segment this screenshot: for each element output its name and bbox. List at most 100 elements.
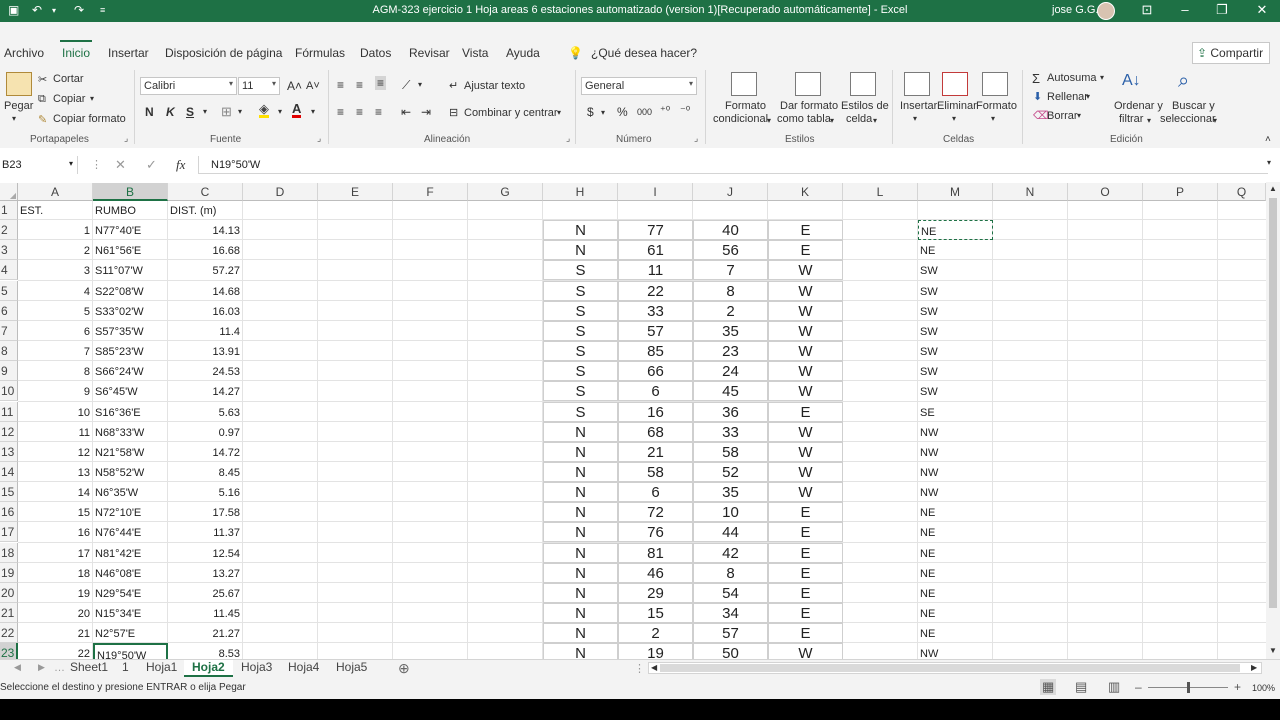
cell-i[interactable]: 21 xyxy=(618,441,693,462)
cell-k[interactable]: E xyxy=(768,220,843,241)
cell-dist[interactable]: 13.27 xyxy=(168,563,243,583)
conditional-dropdown-icon[interactable]: ▾ xyxy=(767,116,771,125)
align-bottom-icon[interactable]: ≡ xyxy=(375,76,387,90)
find-select-label-1[interactable]: Buscar y xyxy=(1172,100,1215,112)
align-right-icon[interactable]: ≡ xyxy=(375,105,382,119)
cell-j[interactable]: 24 xyxy=(693,361,768,382)
cell-h[interactable]: S xyxy=(543,401,618,422)
cell-dist[interactable]: 25.67 xyxy=(168,583,243,603)
cell-j[interactable]: 8 xyxy=(693,562,768,583)
column-header-a[interactable]: A xyxy=(18,183,93,201)
tab-disposicion[interactable]: Disposición de página xyxy=(165,46,282,60)
cell-quadrant[interactable]: NE xyxy=(918,543,993,563)
cell-est[interactable]: 1 xyxy=(18,220,93,240)
cell-rumbo[interactable]: N15°34'E xyxy=(93,603,168,623)
cell-est[interactable]: 16 xyxy=(18,522,93,542)
cell-i[interactable]: 2 xyxy=(618,623,693,644)
cell-dist[interactable]: 14.27 xyxy=(168,381,243,401)
copy-marquee-cell[interactable]: NE xyxy=(918,220,993,241)
find-dropdown-icon[interactable]: ▾ xyxy=(1213,116,1217,125)
cell-styles-label-2[interactable]: celda xyxy=(846,113,872,125)
cell-rumbo[interactable]: S66°24'W xyxy=(93,361,168,381)
cell-dist[interactable]: 11.37 xyxy=(168,522,243,542)
cell-quadrant[interactable]: NW xyxy=(918,442,993,462)
font-color-dropdown-icon[interactable]: ▾ xyxy=(311,107,315,116)
column-header-i[interactable]: I xyxy=(618,183,693,201)
cell-k[interactable]: E xyxy=(768,603,843,623)
column-header-h[interactable]: H xyxy=(543,183,618,201)
cell-j[interactable]: 58 xyxy=(693,441,768,462)
cell-i[interactable]: 61 xyxy=(618,240,693,261)
cell-k[interactable]: W xyxy=(768,320,843,341)
cell-h[interactable]: N xyxy=(543,441,618,462)
sheet-tab-hoja4[interactable]: Hoja4 xyxy=(280,660,327,677)
increase-indent-icon[interactable]: ⇥ xyxy=(421,105,431,119)
sort-filter-label-1[interactable]: Ordenar y xyxy=(1114,100,1163,112)
fill-dropdown-icon[interactable]: ▾ xyxy=(1086,92,1090,101)
cell-est[interactable]: 12 xyxy=(18,442,93,462)
cell-dist[interactable]: 5.63 xyxy=(168,402,243,422)
cell-h[interactable]: N xyxy=(543,482,618,503)
cell-styles-label-1[interactable]: Estilos de xyxy=(841,100,889,112)
sheet-tab-hoja3[interactable]: Hoja3 xyxy=(233,660,280,677)
maximize-icon[interactable]: ❐ xyxy=(1212,2,1232,18)
format-cells-button[interactable]: Formato xyxy=(976,100,1017,112)
sort-filter-label-2[interactable]: filtrar xyxy=(1119,113,1143,125)
cell-j[interactable]: 56 xyxy=(693,240,768,261)
row-header-16[interactable]: 16 xyxy=(0,502,18,523)
row-header-6[interactable]: 6 xyxy=(0,300,18,321)
cell-k[interactable]: E xyxy=(768,522,843,543)
wrap-text-button[interactable]: Ajustar texto xyxy=(464,80,525,92)
insert-cells-button[interactable]: Insertar xyxy=(900,100,937,112)
cell-est[interactable]: 21 xyxy=(18,623,93,643)
cell-j[interactable]: 23 xyxy=(693,341,768,362)
cell-h[interactable]: S xyxy=(543,361,618,382)
cell-k[interactable]: W xyxy=(768,260,843,281)
cell-rumbo[interactable]: N77°40'E xyxy=(93,220,168,240)
cell-rumbo[interactable]: S85°23'W xyxy=(93,341,168,361)
cell-j[interactable]: 45 xyxy=(693,381,768,402)
cell-i[interactable]: 46 xyxy=(618,562,693,583)
cell-quadrant[interactable]: SW xyxy=(918,341,993,361)
conditional-format-label-1[interactable]: Formato xyxy=(725,100,766,112)
cell-quadrant[interactable]: SW xyxy=(918,381,993,401)
cell-est[interactable]: 14 xyxy=(18,482,93,502)
collapse-ribbon-icon[interactable]: ˄ xyxy=(1265,134,1271,145)
cell-dist[interactable]: 14.13 xyxy=(168,220,243,240)
number-format-combo[interactable]: General ▾ xyxy=(581,77,697,95)
cell-k[interactable]: W xyxy=(768,280,843,301)
cell-rumbo[interactable]: N61°56'E xyxy=(93,240,168,260)
cancel-entry-icon[interactable]: ✕ xyxy=(115,157,126,173)
cell-k[interactable]: E xyxy=(768,582,843,603)
conditional-format-label-2[interactable]: condicional xyxy=(713,113,768,125)
cell-est[interactable]: 13 xyxy=(18,462,93,482)
vertical-scroll-thumb[interactable] xyxy=(1269,198,1277,608)
zoom-out-icon[interactable]: – xyxy=(1135,680,1142,694)
sheet-tab-hoja2[interactable]: Hoja2 xyxy=(184,660,233,677)
decrease-decimal-icon[interactable]: ⁻⁰ xyxy=(680,104,690,117)
cell-k[interactable]: E xyxy=(768,623,843,644)
cell-quadrant[interactable]: NE xyxy=(918,563,993,583)
increase-font-icon[interactable]: A˄ xyxy=(287,79,302,93)
cell-est[interactable]: 3 xyxy=(18,260,93,280)
row-header-19[interactable]: 19 xyxy=(0,562,18,583)
currency-button[interactable]: $ xyxy=(587,105,594,119)
cell-quadrant[interactable]: SW xyxy=(918,301,993,321)
insert-function-button[interactable]: fx xyxy=(176,157,185,173)
cell-dist[interactable]: 16.68 xyxy=(168,240,243,260)
cell-h[interactable]: N xyxy=(543,502,618,523)
cell-dist[interactable]: 0.97 xyxy=(168,422,243,442)
cell-h[interactable]: S xyxy=(543,260,618,281)
row-header-8[interactable]: 8 xyxy=(0,341,18,362)
scroll-left-icon[interactable]: ◀ xyxy=(651,663,657,672)
cell-h[interactable]: N xyxy=(543,461,618,482)
cell-k[interactable]: W xyxy=(768,381,843,402)
italic-button[interactable]: K xyxy=(166,105,175,119)
delete-cells-button[interactable]: Eliminar xyxy=(937,100,977,112)
format-table-dropdown-icon[interactable]: ▾ xyxy=(830,116,834,125)
row-header-7[interactable]: 7 xyxy=(0,320,18,341)
cell-j[interactable]: 40 xyxy=(693,220,768,241)
confirm-entry-icon[interactable]: ✓ xyxy=(146,157,157,173)
cell-i[interactable]: 72 xyxy=(618,502,693,523)
paste-button[interactable]: Pegar xyxy=(4,100,33,112)
